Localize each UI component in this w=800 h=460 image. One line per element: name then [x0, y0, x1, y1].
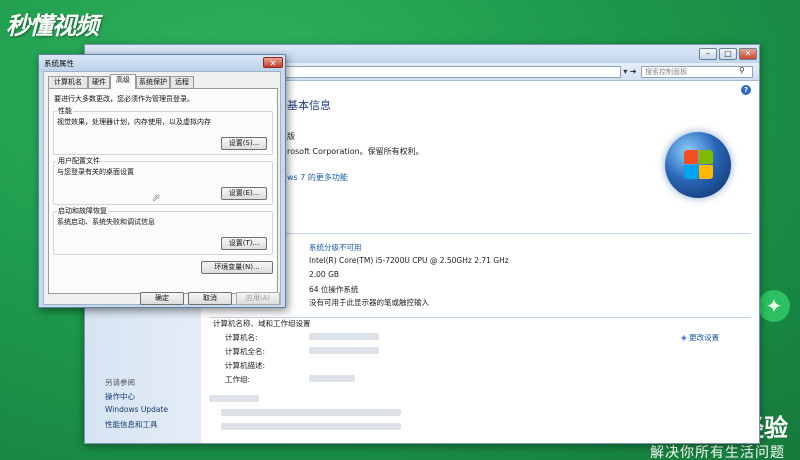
tab-advanced[interactable]: 高级	[110, 74, 136, 89]
blurred-text	[209, 395, 259, 402]
computer-description-label: 计算机描述:	[225, 361, 266, 370]
performance-label: 性能	[57, 106, 73, 116]
tab-hardware[interactable]: 硬件	[88, 76, 110, 88]
blurred-text	[221, 423, 401, 430]
shield-icon: ◈	[681, 333, 687, 342]
help-icon[interactable]: ?	[741, 85, 751, 95]
blurred-value	[309, 347, 379, 354]
minimize-button[interactable]: –	[699, 48, 717, 60]
star-icon: ✦	[758, 290, 790, 322]
computer-fullname-label: 计算机全名:	[225, 347, 266, 356]
memory-value: 2.00 GB	[309, 270, 340, 279]
advanced-tab-panel: 要进行大多数更改，您必须作为管理员登录。 性能 视觉效果，处理器计划，内存使用，…	[48, 88, 278, 294]
dialog-close-button[interactable]: ✕	[263, 57, 283, 68]
copyright-text: rosoft Corporation。保留所有权利。	[287, 147, 424, 156]
computer-section-title: 计算机名称、域和工作组设置	[213, 319, 311, 328]
dialog-body: 计算机名 硬件 高级 系统保护 远程 要进行大多数更改，您必须作为管理员登录。 …	[43, 71, 281, 305]
startup-recovery-settings-button[interactable]: 设置(T)...	[221, 237, 267, 250]
change-settings-link[interactable]: ◈ 更改设置	[681, 332, 719, 343]
performance-desc: 视觉效果，处理器计划，内存使用，以及虚拟内存	[57, 118, 211, 126]
system-type-value: 64 位操作系统	[309, 285, 359, 294]
see-also-action-center[interactable]: 操作中心	[105, 391, 135, 402]
change-settings-label: 更改设置	[689, 333, 720, 342]
windows-logo-icon	[665, 132, 731, 198]
mouse-cursor-icon: ➚	[152, 193, 161, 204]
ok-button[interactable]: 确定	[140, 292, 184, 305]
search-input[interactable]: 搜索控制面板	[641, 66, 753, 78]
dialog-titlebar: 系统属性 ✕	[39, 55, 285, 71]
search-icon[interactable]: ⚲	[739, 66, 745, 75]
performance-settings-button[interactable]: 设置(S)...	[221, 137, 267, 150]
blurred-value	[309, 333, 379, 340]
startup-recovery-desc: 系统启动、系统失败和调试信息	[57, 218, 155, 226]
close-button[interactable]: ✕	[739, 48, 757, 60]
tab-remote[interactable]: 远程	[170, 76, 194, 88]
user-profiles-settings-button[interactable]: 设置(E)...	[221, 187, 267, 200]
rating-link[interactable]: 系统分级不可用	[309, 242, 362, 253]
dialog-title: 系统属性	[44, 59, 74, 68]
blurred-value	[309, 375, 355, 382]
admin-notice: 要进行大多数更改，您必须作为管理员登录。	[54, 95, 194, 103]
divider	[209, 233, 751, 234]
computer-name-label: 计算机名:	[225, 333, 258, 342]
user-profiles-label: 用户配置文件	[57, 156, 101, 166]
system-properties-dialog: 系统属性 ✕ 计算机名 硬件 高级 系统保护 远程 要进行大多数更改，您必须作为…	[38, 54, 286, 308]
page-title: 基本信息	[287, 99, 331, 112]
tab-system-protection[interactable]: 系统保护	[136, 76, 170, 88]
apply-button[interactable]: 应用(A)	[236, 292, 280, 305]
environment-variables-button[interactable]: 环境变量(N)...	[201, 261, 273, 274]
watermark-logo: 秒懂视频	[6, 12, 99, 40]
go-forward-icon[interactable]: ▾ ➜	[622, 66, 638, 78]
tab-computer-name[interactable]: 计算机名	[48, 76, 88, 88]
workgroup-label: 工作组:	[225, 375, 251, 384]
blurred-text	[221, 409, 401, 416]
user-profiles-desc: 与您登录有关的桌面设置	[57, 168, 134, 176]
cancel-button[interactable]: 取消	[188, 292, 232, 305]
see-also-windows-update[interactable]: Windows Update	[105, 405, 168, 414]
maximize-button[interactable]: □	[719, 48, 737, 60]
see-also-performance[interactable]: 性能信息和工具	[105, 419, 158, 430]
windows-edition: 版	[287, 132, 295, 141]
processor-value: Intel(R) Core(TM) i5-7200U CPU @ 2.50GHz…	[309, 256, 509, 265]
more-features-link[interactable]: ws 7 的更多功能	[287, 172, 348, 183]
see-also-title: 另请参阅	[105, 378, 135, 387]
address-input[interactable]	[285, 66, 621, 78]
startup-recovery-label: 启动和故障恢复	[57, 206, 108, 216]
watermark-slogan: 解决你所有生活问题	[650, 445, 785, 460]
pen-touch-value: 没有可用于此显示器的笔或触控输入	[309, 298, 429, 307]
